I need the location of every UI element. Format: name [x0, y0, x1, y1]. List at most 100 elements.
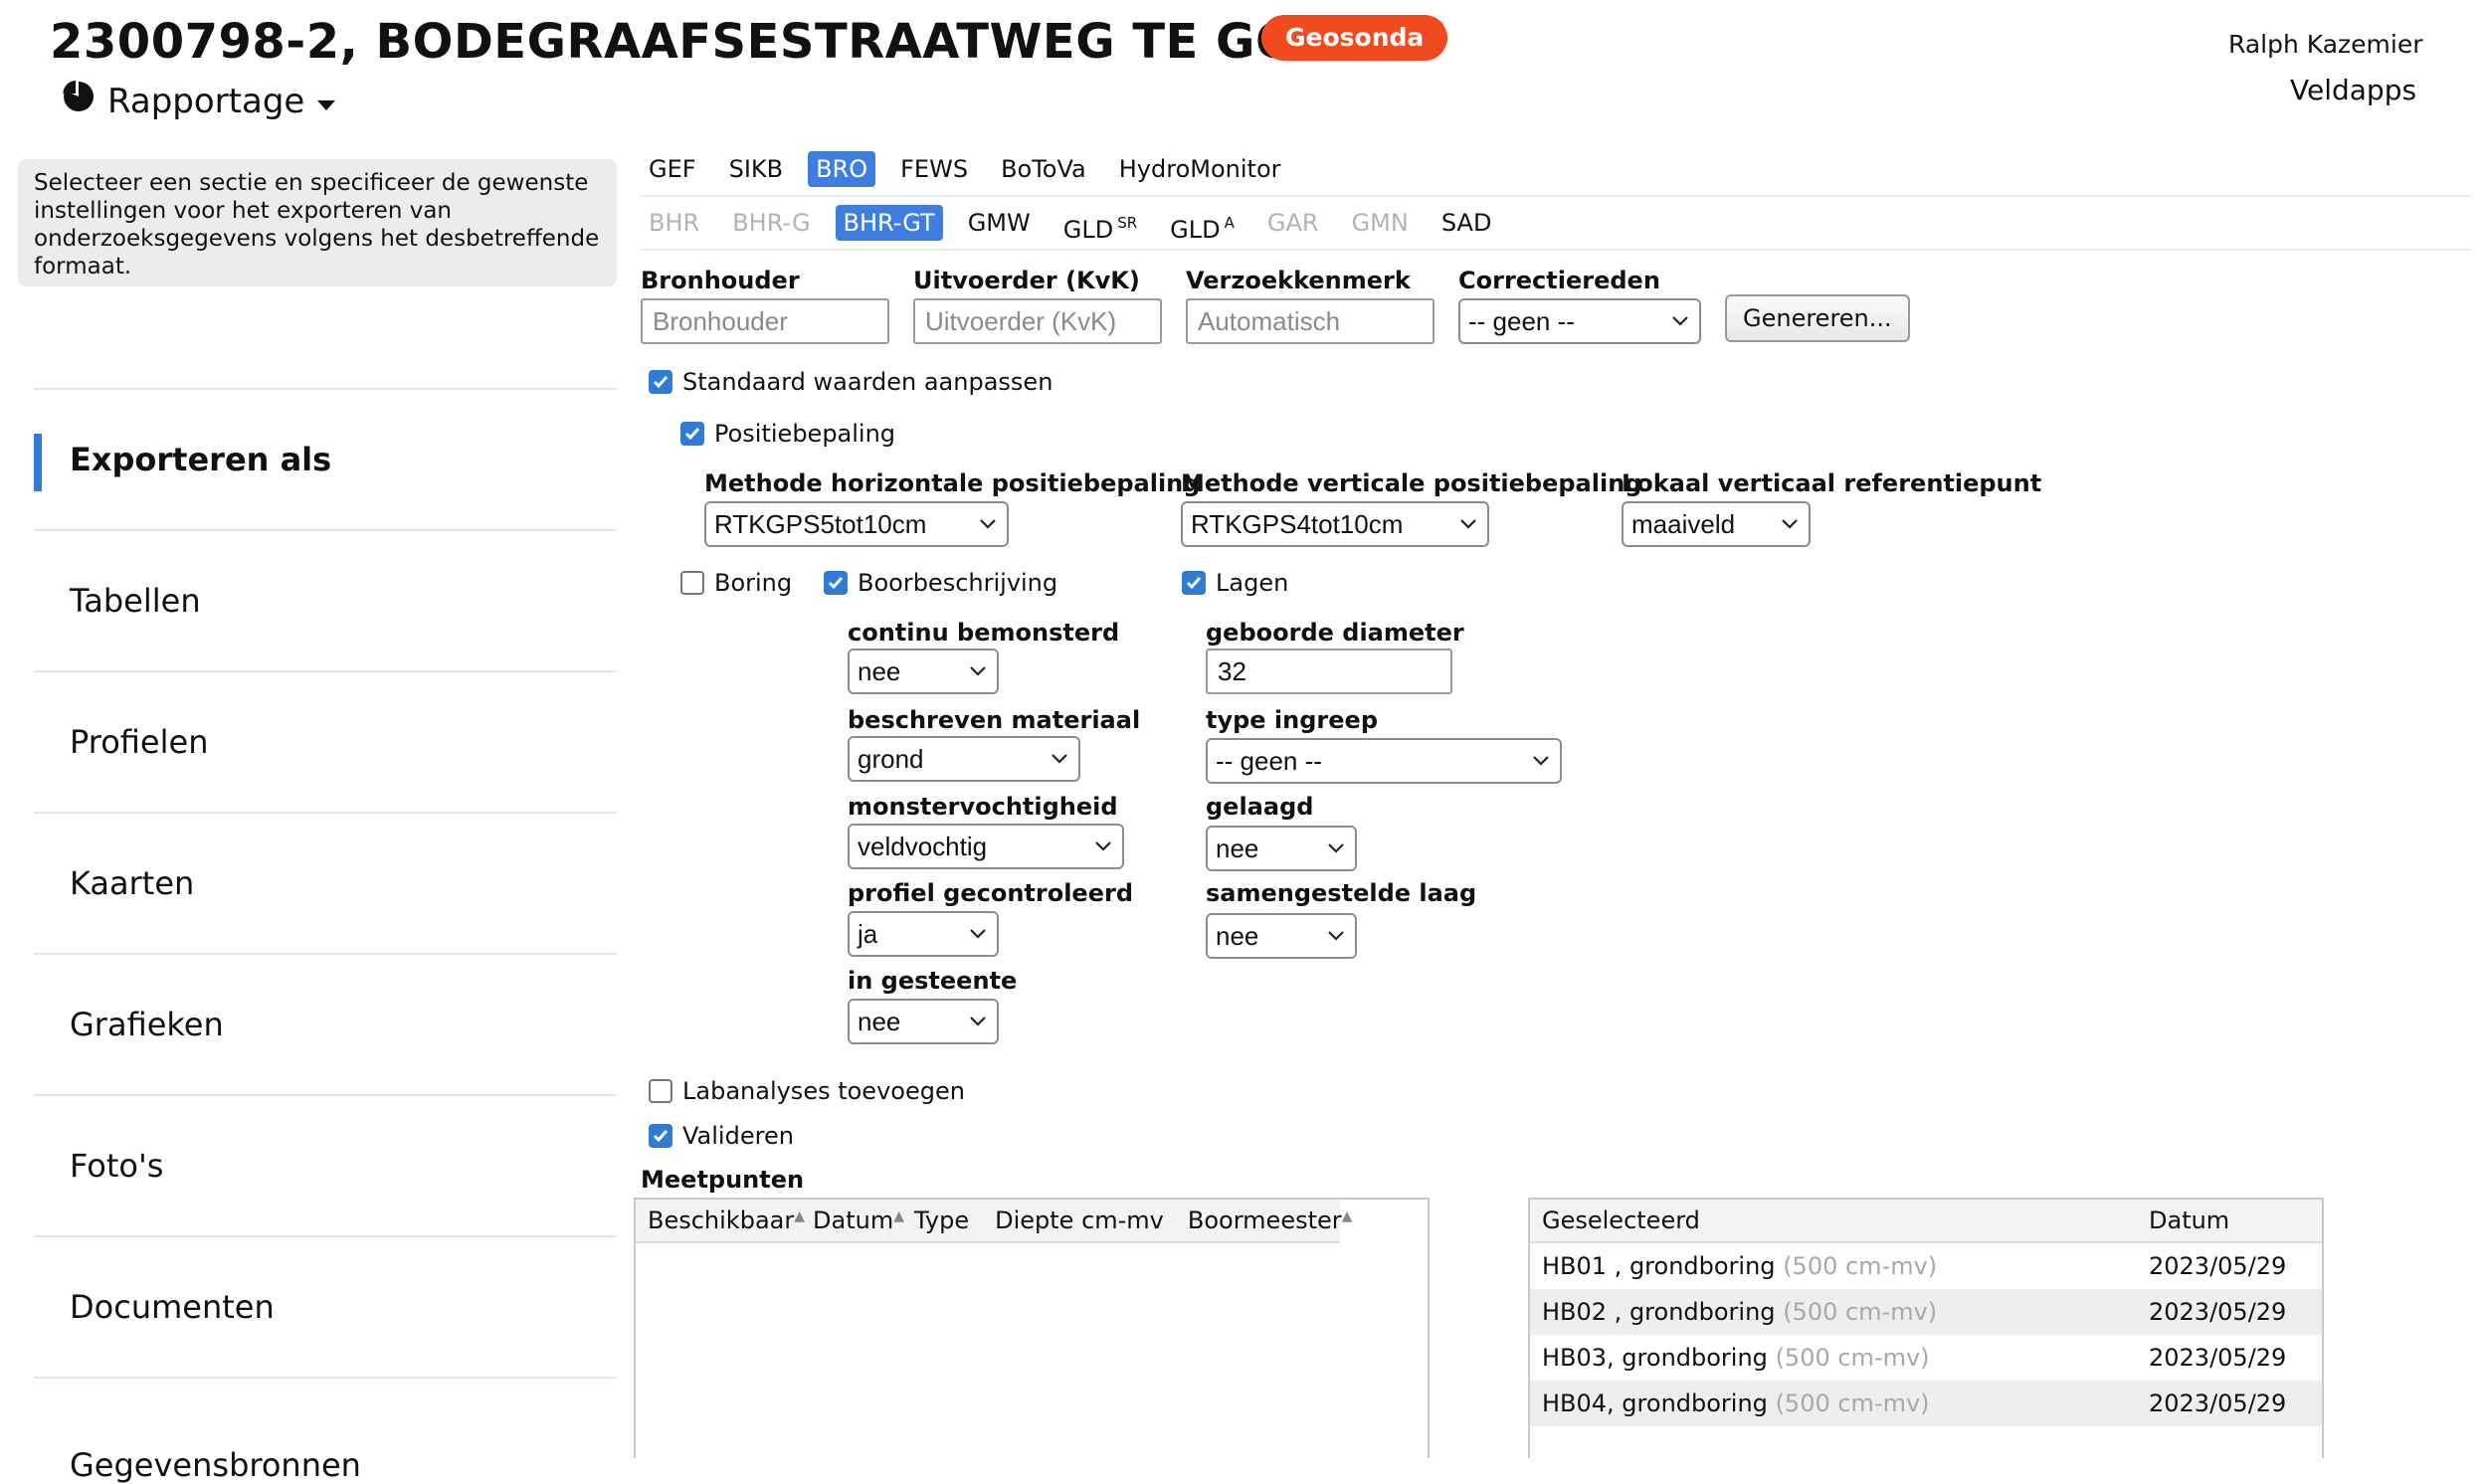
tab-gmw[interactable]: GMW	[960, 205, 1039, 241]
in-gesteente-select[interactable]: nee	[848, 999, 999, 1044]
lokaal-referentiepunt-select[interactable]: maaiveld	[1622, 501, 1811, 547]
col-beschikbaar[interactable]: Beschikbaar▲	[648, 1206, 805, 1234]
tab-gar[interactable]: GAR	[1259, 205, 1327, 241]
geselecteerd-list[interactable]: Geselecteerd Datum HB01 , grondboring (5…	[1528, 1198, 2324, 1458]
rapportage-menu[interactable]: Rapportage	[62, 80, 336, 122]
item-depth: (500 cm-mv)	[1775, 1390, 1930, 1417]
labanalyses-checkbox[interactable]: Labanalyses toevoegen	[649, 1077, 965, 1105]
profiel-gecontroleerd-select[interactable]: ja	[848, 911, 999, 957]
beschreven-materiaal-label: beschreven materiaal	[848, 706, 1141, 734]
checkbox-label: Boring	[714, 569, 793, 597]
tab-bhr[interactable]: BHR	[641, 205, 707, 241]
tab-gmn[interactable]: GMN	[1344, 205, 1417, 241]
verzoekkenmerk-input[interactable]: Automatisch	[1186, 298, 1435, 344]
sort-icon: ▲	[794, 1208, 806, 1224]
tab-gld-sr[interactable]: GLD SR	[1055, 205, 1145, 244]
page-title: 2300798-2, BODEGRAAFSESTRAATWEG TE GOUDA	[50, 14, 1414, 70]
continu-bemonsterd-select[interactable]: nee	[848, 649, 999, 694]
uitvoerder-input[interactable]: Uitvoerder (KvK)	[913, 298, 1162, 344]
item-label: HB02 , grondboring (500 cm-mv)	[1542, 1298, 2149, 1326]
genereren-button[interactable]: Genereren...	[1725, 294, 1910, 342]
boorbeschrijving-checkbox[interactable]: Boorbeschrijving	[824, 569, 1057, 597]
chevron-down-icon	[970, 929, 986, 939]
tab-bro[interactable]: BRO	[808, 151, 876, 187]
geboorde-diameter-input[interactable]: 32	[1206, 649, 1452, 694]
tab-hydromonitor[interactable]: HydroMonitor	[1111, 151, 1289, 187]
methode-verticaal-select[interactable]: RTKGPS4tot10cm	[1181, 501, 1489, 547]
methode-horizontaal-select[interactable]: RTKGPS5tot10cm	[704, 501, 1009, 547]
samengestelde-laag-label: samengestelde laag	[1206, 879, 1477, 907]
tab-bhr-gt[interactable]: BHR-GT	[835, 205, 943, 241]
tab-botova[interactable]: BoToVa	[993, 151, 1094, 187]
col-label: Boormeester	[1187, 1206, 1342, 1234]
tab-sikb[interactable]: SIKB	[721, 151, 792, 187]
positiebepaling-checkbox[interactable]: Positiebepaling	[680, 420, 895, 448]
checkmark-icon	[1186, 577, 1202, 590]
user-name[interactable]: Ralph Kazemier	[2228, 30, 2422, 59]
tab-gld-a[interactable]: GLD A	[1162, 205, 1243, 244]
tab-bhr-g[interactable]: BHR-G	[724, 205, 818, 241]
monstervochtigheid-select[interactable]: veldvochtig	[848, 824, 1124, 869]
checkbox-box[interactable]	[649, 370, 672, 394]
gelaagd-select[interactable]: nee	[1206, 826, 1357, 871]
sidebar-item-fotos[interactable]: Foto's	[34, 1094, 617, 1235]
standaard-waarden-checkbox[interactable]: Standaard waarden aanpassen	[649, 368, 1052, 396]
bronhouder-input[interactable]: Bronhouder	[641, 298, 889, 344]
col-geselecteerd[interactable]: Geselecteerd	[1542, 1206, 2149, 1234]
select-value: -- geen --	[1468, 306, 1575, 336]
col-diepte[interactable]: Diepte cm-mv	[995, 1206, 1164, 1234]
list-item[interactable]: HB03, grondboring (500 cm-mv) 2023/05/29	[1530, 1335, 2322, 1381]
select-value: RTKGPS4tot10cm	[1191, 509, 1404, 539]
checkbox-label: Valideren	[682, 1122, 794, 1150]
chevron-down-icon	[1672, 316, 1688, 326]
samengestelde-laag-select[interactable]: nee	[1206, 913, 1357, 959]
col-label: Beschikbaar	[648, 1206, 795, 1234]
checkbox-label: Lagen	[1216, 569, 1289, 597]
tab-gef[interactable]: GEF	[641, 151, 704, 187]
lagen-checkbox[interactable]: Lagen	[1182, 569, 1288, 597]
sidebar-item-tabellen[interactable]: Tabellen	[34, 529, 617, 670]
sidebar-item-profielen[interactable]: Profielen	[34, 670, 617, 812]
meetpunten-header: Beschikbaar▲ Datum▲ Type Diepte cm-mv Bo…	[636, 1200, 1352, 1243]
tab-sad[interactable]: SAD	[1434, 205, 1500, 241]
list-item[interactable]: HB01 , grondboring (500 cm-mv) 2023/05/2…	[1530, 1243, 2322, 1289]
col-datum[interactable]: Datum	[2149, 1206, 2229, 1234]
item-date: 2023/05/29	[2149, 1252, 2287, 1280]
checkbox-box[interactable]	[649, 1079, 672, 1103]
app-name[interactable]: Veldapps	[2290, 74, 2416, 106]
correctiereden-select[interactable]: -- geen --	[1458, 298, 1701, 344]
checkbox-box[interactable]	[824, 571, 848, 595]
checkbox-box[interactable]	[649, 1124, 672, 1148]
active-marker	[34, 434, 42, 491]
col-boormeester[interactable]: Boormeester▲	[1188, 1206, 1353, 1234]
brand-badge: Geosonda	[1261, 15, 1448, 61]
select-value: nee	[858, 656, 901, 686]
secondary-tabs: BHR BHR-G BHR-GT GMW GLD SR GLD A GAR GMN …	[641, 205, 1516, 244]
col-datum[interactable]: Datum▲	[813, 1206, 904, 1234]
sidebar-item-label: Foto's	[70, 1147, 164, 1185]
tab-label: GMW	[967, 209, 1031, 237]
sidebar-item-kaarten[interactable]: Kaarten	[34, 812, 617, 953]
checkmark-icon	[653, 376, 669, 389]
list-item[interactable]: HB02 , grondboring (500 cm-mv) 2023/05/2…	[1530, 1289, 2322, 1335]
tab-sup: A	[1224, 214, 1235, 232]
meetpunten-list[interactable]: Beschikbaar▲ Datum▲ Type Diepte cm-mv Bo…	[634, 1198, 1430, 1458]
sidebar-item-exporteren-als[interactable]: Exporteren als	[34, 388, 617, 529]
sidebar-item-gegevensbronnen[interactable]: Gegevensbronnen	[34, 1377, 617, 1484]
col-type[interactable]: Type	[914, 1206, 969, 1234]
sidebar-item-grafieken[interactable]: Grafieken	[34, 953, 617, 1094]
beschreven-materiaal-select[interactable]: grond	[848, 736, 1080, 782]
checkbox-box[interactable]	[680, 571, 704, 595]
sidebar-item-documenten[interactable]: Documenten	[34, 1235, 617, 1377]
verzoekkenmerk-label: Verzoekkenmerk	[1186, 267, 1411, 294]
geboorde-diameter-label: geboorde diameter	[1206, 619, 1464, 647]
checkbox-box[interactable]	[1182, 571, 1206, 595]
item-label: HB01 , grondboring (500 cm-mv)	[1542, 1252, 2149, 1280]
valideren-checkbox[interactable]: Valideren	[649, 1122, 794, 1150]
list-item[interactable]: HB04, grondboring (500 cm-mv) 2023/05/29	[1530, 1381, 2322, 1426]
checkbox-label: Boorbeschrijving	[858, 569, 1058, 597]
boring-checkbox[interactable]: Boring	[680, 569, 792, 597]
type-ingreep-select[interactable]: -- geen --	[1206, 738, 1562, 784]
tab-fews[interactable]: FEWS	[892, 151, 976, 187]
checkbox-box[interactable]	[680, 422, 704, 446]
